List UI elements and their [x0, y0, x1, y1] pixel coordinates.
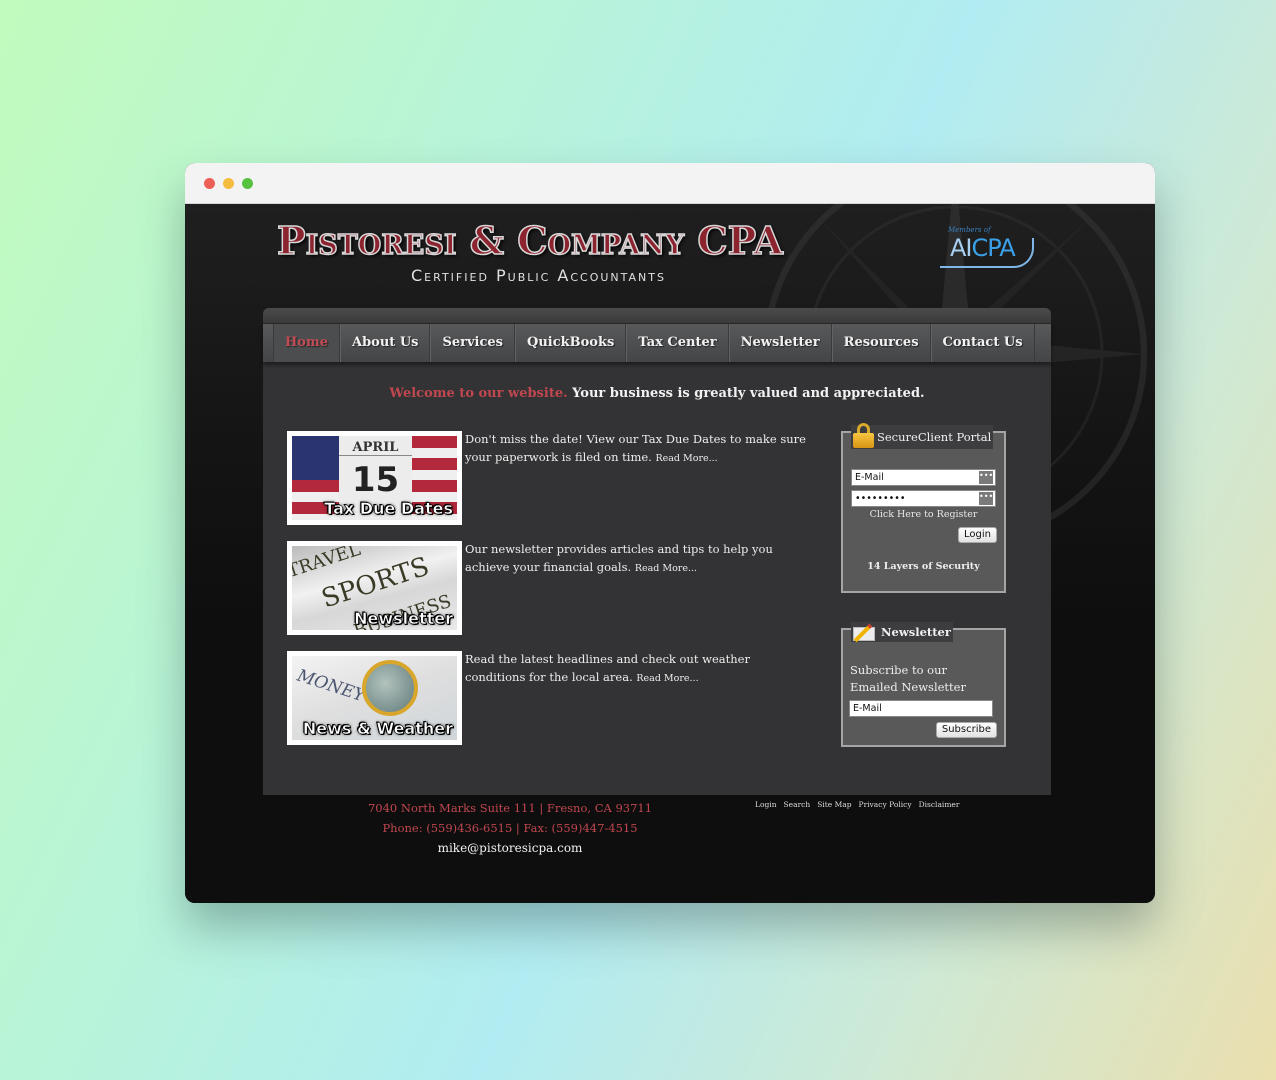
nav-newsletter[interactable]: Newsletter: [728, 324, 832, 362]
newsletter-email-input[interactable]: E-Mail: [849, 700, 993, 717]
tax-calendar-flag-image: APRIL 15 Tax Due Dates: [292, 436, 457, 520]
nav-contact-us[interactable]: Contact Us: [930, 324, 1035, 362]
aicpa-mark-b: CPA: [971, 234, 1016, 262]
feature-description: Read the latest headlines and check out …: [465, 651, 810, 687]
aicpa-members-label: Members of: [948, 226, 991, 234]
nav-resources[interactable]: Resources: [831, 324, 931, 362]
tax-due-dates-image[interactable]: APRIL 15 Tax Due Dates: [287, 431, 462, 525]
close-window-button[interactable]: [204, 178, 215, 189]
nav-about-us[interactable]: About Us: [339, 324, 431, 362]
secure-client-portal: SecureClient Portal E-Mail ••• ••••••••• •…: [841, 423, 1006, 593]
nav-services[interactable]: Services: [430, 324, 515, 362]
news-weather-image[interactable]: MONEY News & Weather: [287, 651, 462, 745]
image-caption: Tax Due Dates: [324, 499, 453, 519]
main-content: Home About Us Services QuickBooks Tax Ce…: [263, 308, 1051, 795]
portal-password-input[interactable]: ••••••••• •••: [851, 490, 996, 507]
aicpa-logo-text: AICPA: [950, 234, 1016, 262]
portal-header: SecureClient Portal: [851, 423, 994, 449]
image-caption: Newsletter: [354, 609, 454, 629]
feature-description: Our newsletter provides articles and tip…: [465, 541, 810, 577]
site-logo-title[interactable]: Pistoresi & Company CPA: [276, 217, 783, 264]
calendar-month: APRIL: [339, 440, 412, 456]
feature-tax-due-dates: APRIL 15 Tax Due Dates Don't miss the da…: [287, 431, 807, 525]
welcome-highlight: Welcome to our website.: [389, 386, 568, 401]
maximize-window-button[interactable]: [242, 178, 253, 189]
footer-phone: Phone: (559)436-6515 | Fax: (559)447-451…: [382, 821, 638, 835]
security-text: 14 Layers of Security: [867, 561, 980, 572]
subscribe-button[interactable]: Subscribe: [935, 722, 997, 738]
minimize-window-button[interactable]: [223, 178, 234, 189]
read-more-link[interactable]: Read More...: [635, 563, 697, 574]
feature-description: Don't miss the date! View our Tax Due Da…: [465, 431, 810, 467]
site-logo-subtitle: Certified Public Accountants: [411, 266, 666, 285]
footer-link-privacy-policy[interactable]: Privacy Policy: [859, 800, 912, 809]
calendar-day: 15: [351, 460, 400, 500]
nav-home[interactable]: Home: [273, 324, 340, 362]
portal-email-input[interactable]: E-Mail •••: [851, 469, 996, 486]
main-navigation: Home About Us Services QuickBooks Tax Ce…: [263, 324, 1051, 362]
newsletter-email-value: E-Mail: [853, 703, 882, 714]
feature-text: Our newsletter provides articles and tip…: [465, 542, 773, 574]
feature-newsletter: TRAVEL SPORTS BUSINESS Newsletter Our ne…: [287, 541, 807, 635]
flag-union: [292, 436, 339, 480]
feature-text: Read the latest headlines and check out …: [465, 652, 750, 684]
footer-email-link[interactable]: mike@pistoresicpa.com: [335, 838, 685, 858]
read-more-link[interactable]: Read More...: [636, 673, 698, 684]
footer-link-site-map[interactable]: Site Map: [817, 800, 851, 809]
newsletter-image[interactable]: TRAVEL SPORTS BUSINESS Newsletter: [287, 541, 462, 635]
newsletter-text-line1: Subscribe to our: [850, 663, 948, 677]
footer-links: Login Search Site Map Privacy Policy Dis…: [755, 800, 959, 809]
browser-titlebar: [185, 163, 1155, 204]
read-more-link[interactable]: Read More...: [655, 453, 717, 464]
newsletter-description: Subscribe to our Emailed Newsletter: [850, 662, 966, 696]
browser-window: Pistoresi & Company CPA Certified Public…: [185, 163, 1155, 903]
newsletter-text-line2: Emailed Newsletter: [850, 680, 966, 694]
welcome-rest: Your business is greatly valued and appr…: [567, 386, 925, 401]
password-manager-icon[interactable]: •••: [979, 492, 993, 505]
nav-quickbooks[interactable]: QuickBooks: [515, 324, 627, 362]
envelope-pencil-icon: [853, 622, 877, 643]
feature-text: Don't miss the date! View our Tax Due Da…: [465, 432, 806, 464]
newsletter-header: Newsletter: [851, 622, 953, 643]
newspaper-word-money: MONEY: [294, 665, 368, 707]
register-link[interactable]: Click Here to Register: [843, 509, 1004, 520]
welcome-message: Welcome to our website. Your business is…: [263, 386, 1051, 401]
aicpa-mark-a: AI: [950, 234, 972, 262]
webpage: Pistoresi & Company CPA Certified Public…: [185, 204, 1155, 903]
footer-contact: 7040 North Marks Suite 111 | Fresno, CA …: [335, 798, 685, 858]
feature-news-weather: MONEY News & Weather Read the latest hea…: [287, 651, 807, 745]
image-caption: News & Weather: [302, 719, 454, 739]
content-top-bar: [263, 308, 1051, 324]
portal-email-value: E-Mail: [855, 472, 884, 483]
portal-password-value: •••••••••: [855, 493, 906, 504]
footer-link-login[interactable]: Login: [755, 800, 777, 809]
globe-newspaper-image: MONEY News & Weather: [292, 656, 457, 740]
footer-link-disclaimer[interactable]: Disclaimer: [919, 800, 960, 809]
newsletter-title: Newsletter: [881, 625, 951, 639]
newspaper-image: TRAVEL SPORTS BUSINESS Newsletter: [292, 546, 457, 630]
footer-link-search[interactable]: Search: [784, 800, 811, 809]
footer-address: 7040 North Marks Suite 111 | Fresno, CA …: [367, 801, 653, 815]
login-button[interactable]: Login: [958, 527, 997, 543]
portal-title: SecureClient Portal: [877, 430, 992, 444]
password-manager-icon[interactable]: •••: [979, 471, 993, 484]
newsletter-signup: Newsletter Subscribe to our Emailed News…: [841, 622, 1006, 747]
lock-icon: [853, 423, 874, 449]
nav-tax-center[interactable]: Tax Center: [626, 324, 729, 362]
aicpa-badge[interactable]: Members of AICPA: [940, 226, 1040, 276]
globe-icon: [362, 660, 418, 716]
